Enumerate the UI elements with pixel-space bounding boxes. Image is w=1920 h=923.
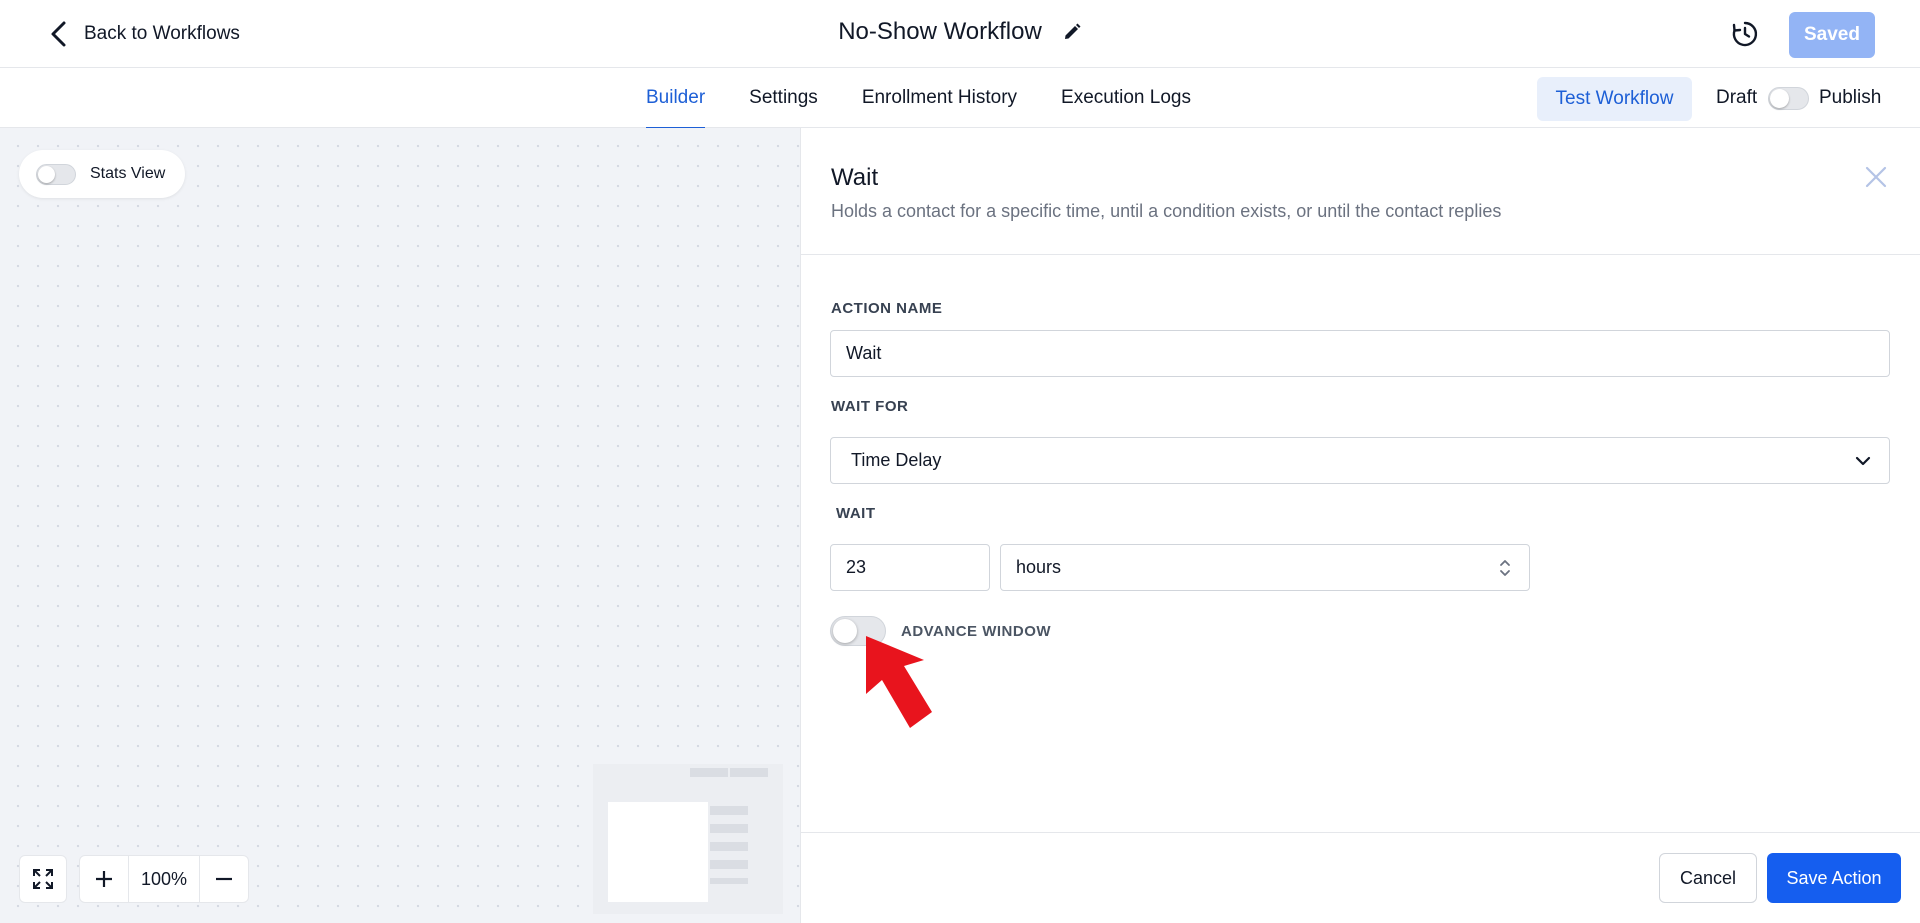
plus-icon	[96, 871, 112, 887]
panel-title: Wait	[831, 164, 879, 191]
minus-icon	[216, 877, 232, 881]
cancel-button[interactable]: Cancel	[1659, 853, 1757, 903]
minimap-block	[730, 768, 768, 777]
workflow-title-wrap: No-Show Workflow	[0, 18, 1920, 46]
toggle-knob	[833, 619, 857, 643]
zoom-out-button[interactable]	[200, 856, 248, 902]
toggle-knob	[38, 165, 55, 183]
tab-settings[interactable]: Settings	[727, 68, 840, 128]
wait-for-value: Time Delay	[851, 450, 942, 470]
chevron-left-icon	[51, 21, 66, 47]
minimap-block	[710, 842, 748, 851]
stats-view-label: Stats View	[90, 165, 166, 182]
publish-label: Publish	[1819, 87, 1882, 108]
publish-toggle[interactable]	[1768, 87, 1809, 110]
save-action-button[interactable]: Save Action	[1767, 853, 1901, 903]
panel-description: Holds a contact for a specific time, unt…	[831, 201, 1502, 221]
wait-label: WAIT	[836, 505, 876, 522]
toggle-knob	[1770, 89, 1789, 108]
saved-button[interactable]: Saved	[1789, 12, 1875, 58]
annotation-arrow-icon	[866, 636, 932, 728]
tab-execution-logs[interactable]: Execution Logs	[1039, 68, 1213, 128]
up-down-chevron-icon	[1500, 559, 1510, 576]
action-name-value: Wait	[846, 343, 882, 363]
tab-list: Builder Settings Enrollment History Exec…	[646, 68, 1213, 129]
canvas-minimap[interactable]	[593, 764, 783, 914]
minimap-block	[690, 768, 728, 777]
expand-icon	[33, 869, 53, 889]
wait-unit-value: hours	[1016, 557, 1062, 577]
workflow-title: No-Show Workflow	[838, 18, 1042, 45]
zoom-level: 100%	[128, 856, 200, 902]
action-name-label: ACTION NAME	[831, 300, 943, 317]
wait-for-select[interactable]: Time Delay	[830, 437, 1890, 484]
close-icon[interactable]	[1864, 165, 1888, 189]
wait-unit-select[interactable]: hours	[1000, 544, 1530, 591]
chevron-down-icon	[1855, 456, 1871, 465]
panel-header: Wait Holds a contact for a specific time…	[801, 128, 1920, 255]
sub-nav-bar: Builder Settings Enrollment History Exec…	[0, 68, 1920, 129]
back-to-workflows-link[interactable]: Back to Workflows	[48, 20, 240, 48]
wait-amount-input[interactable]: 23	[830, 544, 990, 591]
draft-label: Draft	[1716, 87, 1758, 108]
action-name-input[interactable]: Wait	[830, 330, 1890, 377]
minimap-block	[710, 860, 748, 869]
minimap-block	[710, 824, 748, 833]
workflow-canvas[interactable]: Stats View 100%	[0, 128, 800, 923]
action-settings-panel: Wait Holds a contact for a specific time…	[800, 128, 1920, 923]
tab-builder[interactable]: Builder	[646, 68, 727, 129]
minimap-block	[710, 878, 748, 884]
wait-for-label: WAIT FOR	[831, 398, 909, 415]
tab-enrollment-history[interactable]: Enrollment History	[840, 68, 1039, 128]
fit-screen-button[interactable]	[19, 855, 67, 903]
zoom-in-button[interactable]	[80, 856, 128, 902]
stats-view-toggle[interactable]	[36, 163, 76, 185]
pencil-icon[interactable]	[1062, 22, 1082, 42]
wait-amount-value: 23	[846, 557, 867, 577]
test-workflow-button[interactable]: Test Workflow	[1537, 77, 1692, 121]
zoom-controls: 100%	[79, 855, 249, 903]
stats-view-switch[interactable]: Stats View	[19, 150, 185, 198]
minimap-viewport	[608, 802, 708, 902]
history-icon[interactable]	[1730, 19, 1760, 49]
top-bar: Back to Workflows No-Show Workflow Saved	[0, 0, 1920, 68]
minimap-block	[710, 806, 748, 815]
back-label: Back to Workflows	[84, 23, 240, 44]
